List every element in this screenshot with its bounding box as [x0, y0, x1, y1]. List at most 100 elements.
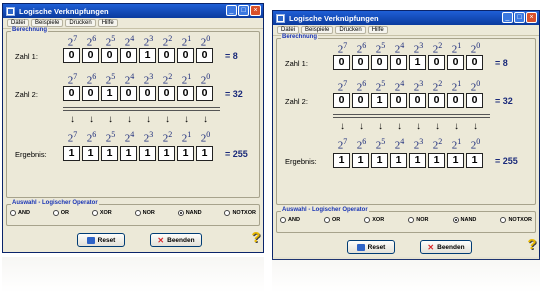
menu-item-drucken[interactable]: Drucken: [65, 19, 96, 27]
radio-circle[interactable]: [280, 217, 286, 223]
bit-field[interactable]: 0: [82, 86, 99, 101]
minimize-icon[interactable]: _: [226, 5, 237, 16]
bit-field[interactable]: 1: [196, 146, 213, 161]
bit-field[interactable]: 0: [333, 93, 350, 108]
bit-field[interactable]: 0: [466, 93, 483, 108]
radio-nand[interactable]: NAND: [452, 217, 476, 223]
bit-field[interactable]: 1: [409, 153, 426, 168]
menu-item-beispiele[interactable]: Beispiele: [31, 19, 64, 27]
bit-field[interactable]: 0: [177, 48, 194, 63]
radio-nor[interactable]: NOR: [408, 217, 428, 223]
radio-notxor[interactable]: NOTXOR: [500, 217, 532, 223]
radio-circle[interactable]: [500, 217, 507, 223]
bit-field[interactable]: 0: [428, 55, 445, 70]
bit-field[interactable]: 1: [409, 55, 426, 70]
bit-field[interactable]: 0: [63, 86, 80, 101]
bit-field[interactable]: 1: [82, 146, 99, 161]
power-label: 25: [375, 137, 386, 152]
bit-field[interactable]: 1: [158, 146, 175, 161]
bit-field[interactable]: 0: [333, 55, 350, 70]
bit-field[interactable]: 1: [371, 93, 388, 108]
radio-or[interactable]: OR: [323, 217, 340, 223]
close-icon[interactable]: ×: [526, 12, 537, 23]
bit-field[interactable]: 1: [466, 153, 483, 168]
menu-item-datei[interactable]: Datei: [7, 19, 30, 27]
radio-nor[interactable]: NOR: [134, 210, 155, 216]
radio-circle[interactable]: [91, 210, 98, 216]
help-icon[interactable]: ?: [249, 229, 263, 247]
bit-field[interactable]: 1: [139, 146, 156, 161]
bit-field[interactable]: 0: [409, 93, 426, 108]
bit-field[interactable]: 1: [177, 146, 194, 161]
bit-field[interactable]: 0: [139, 86, 156, 101]
maximize-icon[interactable]: □: [514, 12, 525, 23]
quit-button[interactable]: ✕ Beenden: [420, 240, 472, 254]
down-arrow-icon: ↓: [435, 121, 440, 132]
radio-circle[interactable]: [452, 217, 459, 223]
radio-notxor[interactable]: NOTXOR: [224, 210, 256, 216]
radio-circle[interactable]: [408, 217, 415, 223]
bit-field[interactable]: 0: [177, 86, 194, 101]
radio-circle[interactable]: [134, 210, 141, 216]
bit-field[interactable]: 1: [333, 153, 350, 168]
bit-field[interactable]: 1: [101, 86, 118, 101]
bit-field[interactable]: 1: [428, 153, 445, 168]
bit-field[interactable]: 1: [120, 146, 137, 161]
help-icon[interactable]: ?: [525, 236, 539, 254]
radio-xor[interactable]: XOR: [364, 217, 384, 223]
bit-field[interactable]: 0: [158, 86, 175, 101]
radio-circle[interactable]: [52, 210, 59, 216]
close-icon[interactable]: ×: [250, 5, 261, 16]
menu-item-beispiele[interactable]: Beispiele: [301, 26, 334, 34]
radio-circle[interactable]: [177, 210, 184, 216]
menu-item-hilfe[interactable]: Hilfe: [97, 19, 118, 27]
title-bar[interactable]: Logische Verknüpfungen _ □ ×: [273, 11, 539, 25]
bit-field[interactable]: 1: [371, 153, 388, 168]
radio-nand[interactable]: NAND: [177, 210, 202, 216]
bit-field[interactable]: 1: [63, 146, 80, 161]
bit-field[interactable]: 0: [390, 93, 407, 108]
menu-item-drucken[interactable]: Drucken: [335, 26, 366, 34]
bit-field[interactable]: 0: [390, 55, 407, 70]
bit-field[interactable]: 0: [352, 55, 369, 70]
minimize-icon[interactable]: _: [502, 12, 513, 23]
bit-field[interactable]: 0: [447, 93, 464, 108]
bit-field[interactable]: 0: [196, 86, 213, 101]
bit-field[interactable]: 1: [447, 153, 464, 168]
title-bar[interactable]: Logische Verknüpfungen _ □ ×: [3, 4, 263, 18]
radio-xor[interactable]: XOR: [91, 210, 112, 216]
reset-button[interactable]: Reset: [77, 233, 125, 247]
reset-button[interactable]: Reset: [347, 240, 395, 254]
quit-button[interactable]: ✕ Beenden: [150, 233, 202, 247]
maximize-icon[interactable]: □: [238, 5, 249, 16]
bit-field[interactable]: 1: [352, 153, 369, 168]
radio-and[interactable]: AND: [280, 217, 300, 223]
bit-field[interactable]: 0: [371, 55, 388, 70]
bit-field[interactable]: 0: [447, 55, 464, 70]
power-label: 23: [143, 72, 154, 87]
radio-circle[interactable]: [323, 217, 330, 223]
bit-field[interactable]: 0: [120, 86, 137, 101]
down-arrow-icon: ↓: [340, 121, 345, 132]
menu-item-hilfe[interactable]: Hilfe: [367, 26, 388, 34]
bit-field[interactable]: 0: [63, 48, 80, 63]
bit-field[interactable]: 0: [352, 93, 369, 108]
bit-field[interactable]: 1: [139, 48, 156, 63]
bit-field[interactable]: 1: [390, 153, 407, 168]
radio-or[interactable]: OR: [52, 210, 69, 216]
power-label: 22: [162, 34, 173, 49]
menu-item-datei[interactable]: Datei: [277, 26, 300, 34]
bit-field[interactable]: 0: [101, 48, 118, 63]
bit-field[interactable]: 0: [158, 48, 175, 63]
bit-field[interactable]: 0: [120, 48, 137, 63]
radio-circle[interactable]: [224, 210, 231, 216]
bit-field[interactable]: 0: [196, 48, 213, 63]
bit-field[interactable]: 0: [82, 48, 99, 63]
bit-field[interactable]: 1: [101, 146, 118, 161]
bit-field[interactable]: 0: [466, 55, 483, 70]
radio-and[interactable]: AND: [10, 210, 30, 216]
radio-circle[interactable]: [364, 217, 371, 223]
down-arrow-icon: ↓: [127, 114, 132, 125]
radio-circle[interactable]: [10, 210, 16, 216]
bit-field[interactable]: 0: [428, 93, 445, 108]
